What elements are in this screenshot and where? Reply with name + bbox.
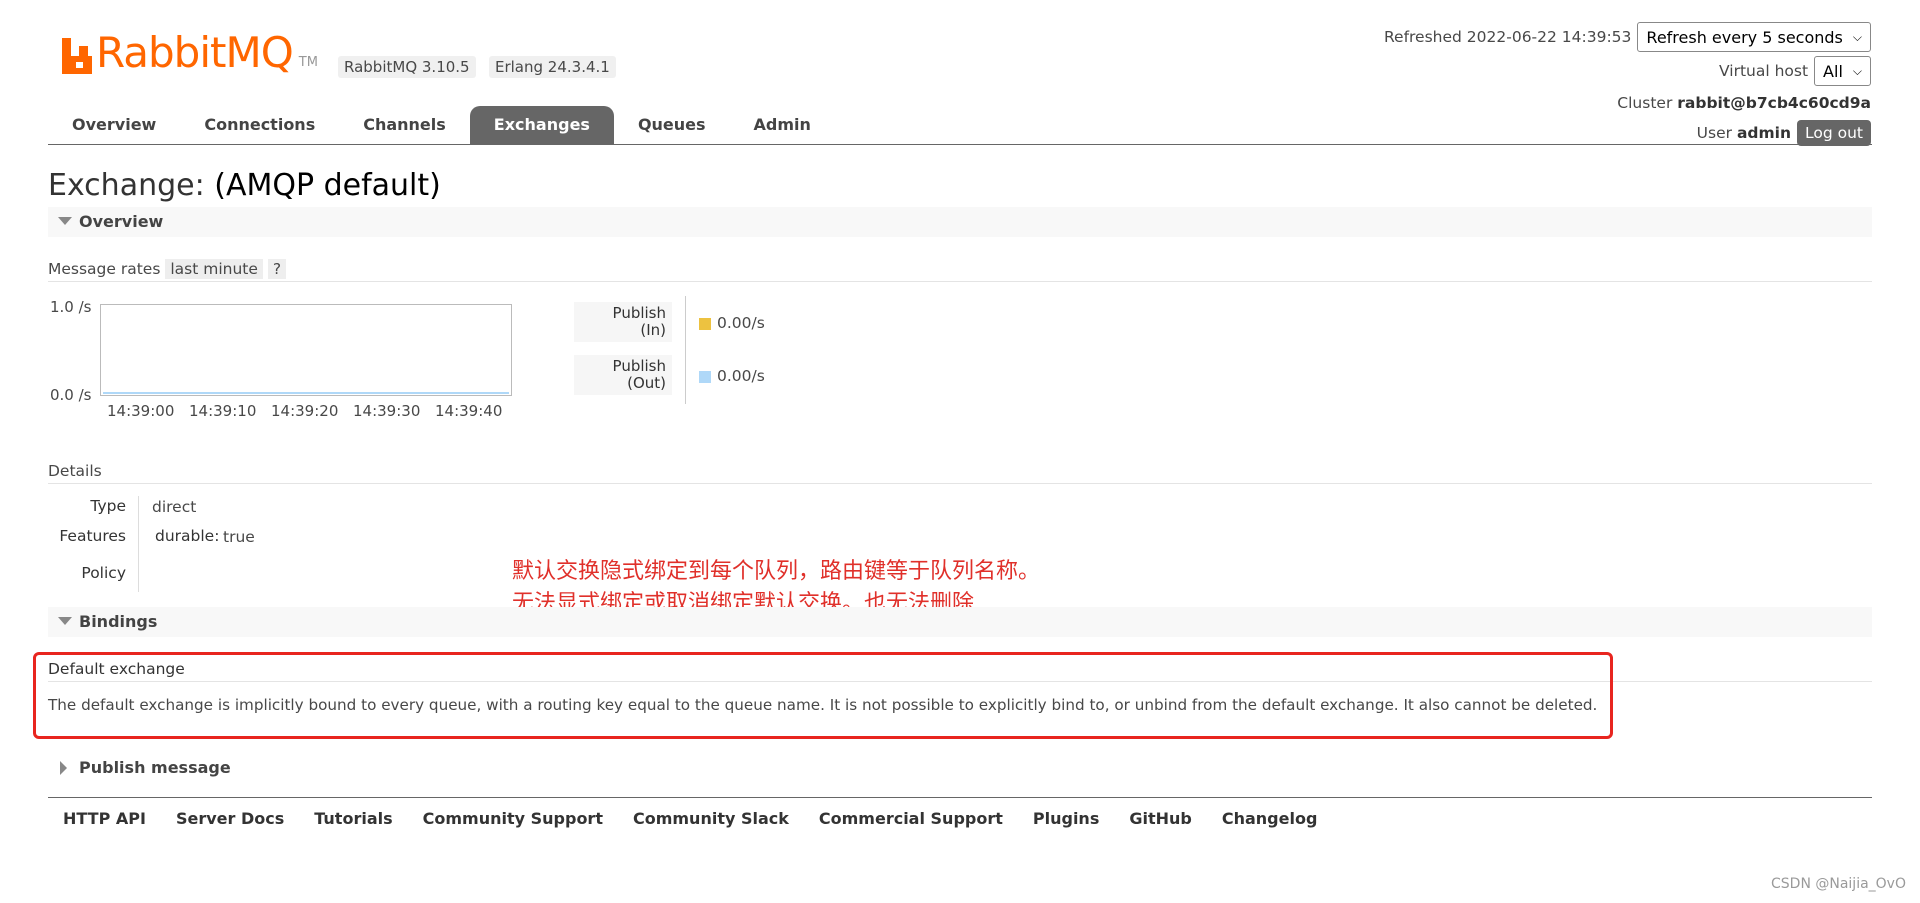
- features-key: Features: [59, 527, 126, 545]
- footer-link-server-docs[interactable]: Server Docs: [161, 806, 299, 832]
- type-key: Type: [90, 497, 126, 515]
- triangle-down-icon: [58, 217, 72, 225]
- refresh-interval-value: Refresh every 5 seconds: [1646, 27, 1843, 47]
- y-tick-label: 0.0 /s: [50, 386, 92, 404]
- nav-divider: [48, 144, 1872, 145]
- x-tick-label: 14:39:10: [189, 402, 257, 420]
- details-divider: [48, 483, 1872, 484]
- tab-connections[interactable]: Connections: [180, 106, 339, 144]
- type-value: direct: [152, 498, 197, 516]
- publish-out-rate: 0.00/s: [717, 367, 765, 385]
- legend-swatch-publish-in: [699, 318, 711, 330]
- refreshed-timestamp: Refreshed 2022-06-22 14:39:53: [1383, 28, 1632, 46]
- rates-range-button[interactable]: last minute: [165, 259, 263, 279]
- cluster-label: Cluster: [1617, 94, 1673, 112]
- virtual-host-value: All: [1823, 61, 1843, 81]
- logo-text: RabbitMQ: [96, 28, 294, 77]
- triangle-right-icon: [60, 761, 67, 775]
- footer-link-tutorials[interactable]: Tutorials: [299, 806, 407, 832]
- annotation-line-1: 默认交换隐式绑定到每个队列，路由键等于队列名称。: [512, 559, 1041, 584]
- x-tick-label: 14:39:00: [107, 402, 175, 420]
- page-title: Exchange: (AMQP default): [48, 168, 441, 204]
- x-tick-label: 14:39:30: [353, 402, 421, 420]
- durable-key: durable:: [155, 527, 220, 545]
- rabbitmq-version-badge: RabbitMQ 3.10.5: [338, 56, 476, 78]
- virtual-host-label: Virtual host: [1719, 62, 1809, 80]
- overview-section-label: Overview: [79, 212, 164, 231]
- exchange-name: (AMQP default): [214, 168, 441, 203]
- durable-value: true: [223, 528, 255, 546]
- tab-queues[interactable]: Queues: [614, 106, 730, 144]
- legend-key-line: Publish: [612, 357, 666, 375]
- logo-trademark: TM: [298, 55, 318, 70]
- main-nav: Overview Connections Channels Exchanges …: [48, 106, 835, 144]
- legend-key-publish-in: Publish (In): [574, 302, 672, 342]
- tab-exchanges[interactable]: Exchanges: [469, 106, 614, 144]
- footer-link-community-slack[interactable]: Community Slack: [618, 806, 804, 832]
- footer-divider: [48, 797, 1872, 798]
- tab-channels[interactable]: Channels: [339, 106, 470, 144]
- virtual-host-select[interactable]: All ⌵: [1814, 56, 1871, 86]
- footer-links: HTTP API Server Docs Tutorials Community…: [48, 806, 1332, 832]
- message-rates-divider: [48, 281, 1872, 282]
- triangle-down-icon: [58, 617, 72, 625]
- header-status: Refreshed 2022-06-22 14:39:53 Refresh ev…: [1384, 20, 1871, 148]
- refresh-interval-select[interactable]: Refresh every 5 seconds ⌵: [1637, 22, 1871, 52]
- footer-link-changelog[interactable]: Changelog: [1207, 806, 1333, 832]
- legend-divider: [685, 296, 686, 404]
- footer-link-commercial-support[interactable]: Commercial Support: [804, 806, 1018, 832]
- publish-message-label: Publish message: [79, 758, 231, 777]
- details-label: Details: [48, 462, 102, 480]
- chevron-down-icon: ⌵: [1852, 29, 1862, 44]
- legend-key-publish-out: Publish (Out): [574, 355, 672, 395]
- overview-section-toggle[interactable]: Overview: [48, 207, 1872, 237]
- publish-in-rate: 0.00/s: [717, 314, 765, 332]
- message-rates-chart: [100, 304, 512, 396]
- x-tick-label: 14:39:20: [271, 402, 339, 420]
- user-name: admin: [1736, 124, 1791, 142]
- tab-admin[interactable]: Admin: [730, 106, 835, 144]
- erlang-version-badge: Erlang 24.3.4.1: [489, 56, 616, 78]
- chart-plot: [103, 392, 509, 394]
- watermark: CSDN @Naijia_OvO: [1771, 876, 1906, 892]
- logout-button[interactable]: Log out: [1797, 120, 1871, 146]
- rabbit-logo-icon: [62, 38, 92, 74]
- cluster-name: rabbit@b7cb4c60cd9a: [1677, 94, 1871, 112]
- footer-link-community-support[interactable]: Community Support: [408, 806, 618, 832]
- bindings-section-label: Bindings: [79, 612, 158, 631]
- bindings-section-toggle[interactable]: Bindings: [48, 607, 1872, 637]
- y-tick-label: 1.0 /s: [50, 298, 92, 316]
- legend-key-line: Publish: [612, 304, 666, 322]
- rabbitmq-logo[interactable]: RabbitMQ TM: [62, 30, 318, 74]
- message-rates-header: Message rates last minute ?: [48, 259, 287, 279]
- legend-key-line: (Out): [627, 374, 666, 392]
- footer-link-plugins[interactable]: Plugins: [1018, 806, 1114, 832]
- details-divider-vertical: [138, 496, 139, 592]
- policy-key: Policy: [81, 564, 126, 582]
- footer-link-http-api[interactable]: HTTP API: [48, 806, 161, 832]
- footer-link-github[interactable]: GitHub: [1114, 806, 1207, 832]
- x-tick-label: 14:39:40: [435, 402, 503, 420]
- message-rates-label: Message rates: [48, 260, 161, 278]
- chevron-down-icon: ⌵: [1852, 63, 1862, 78]
- help-button[interactable]: ?: [267, 259, 287, 279]
- legend-key-line: (In): [640, 321, 666, 339]
- tab-overview[interactable]: Overview: [48, 106, 180, 144]
- page-title-prefix: Exchange:: [48, 168, 205, 203]
- legend-swatch-publish-out: [699, 371, 711, 383]
- annotation-highlight-box: [33, 652, 1613, 739]
- publish-message-section-toggle[interactable]: Publish message: [48, 753, 1872, 783]
- user-label: User: [1696, 124, 1732, 142]
